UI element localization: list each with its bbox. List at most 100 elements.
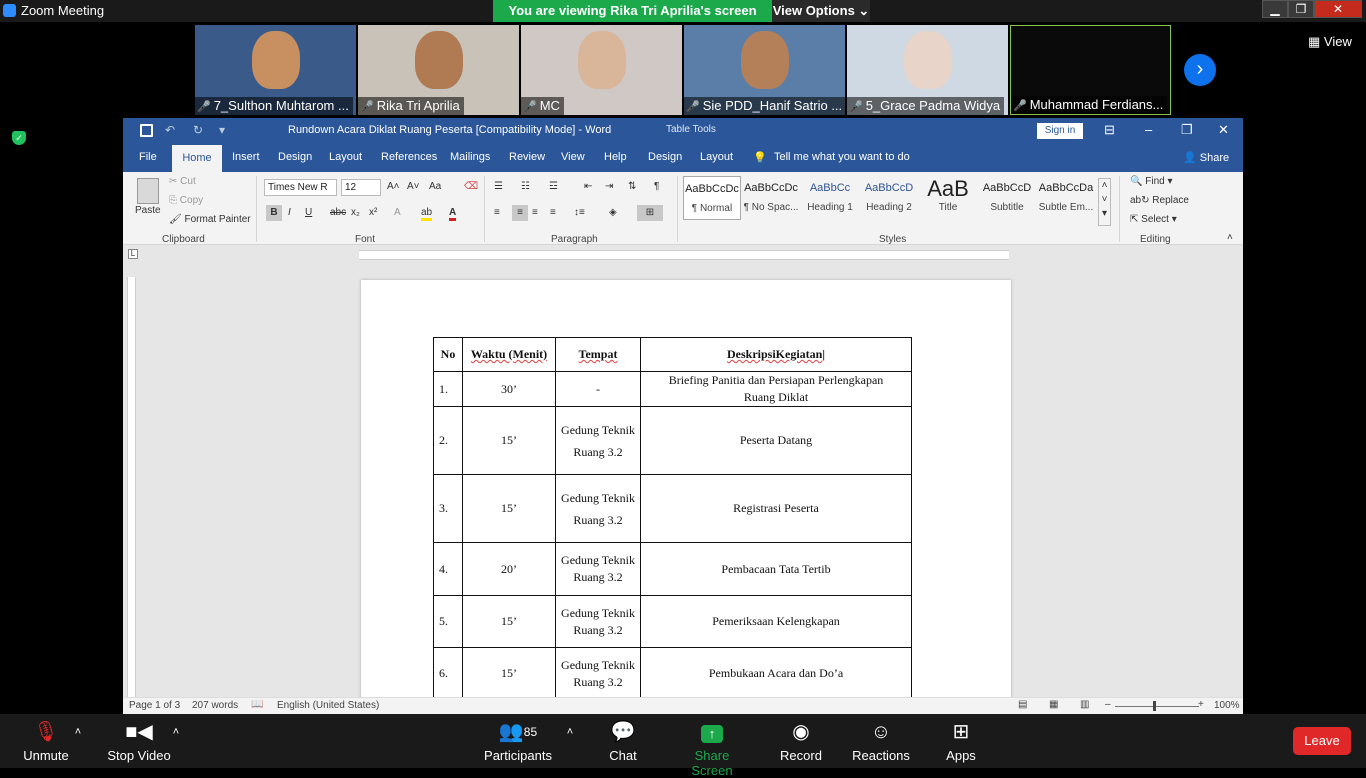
participant-video[interactable]: 🎤 Rika Tri Aprilia — [358, 25, 519, 115]
record-button[interactable]: ◉ Record — [778, 714, 824, 768]
strikethrough-icon[interactable]: abc — [330, 207, 346, 218]
font-name-select[interactable]: Times New R — [264, 179, 337, 196]
tab-references[interactable]: References — [381, 151, 437, 163]
borders-icon[interactable]: ⊞ — [637, 205, 663, 221]
redo-icon[interactable]: ↻ — [193, 123, 203, 137]
copy-button[interactable]: ⎘ Copy — [169, 195, 203, 206]
underline-icon[interactable]: U — [305, 207, 312, 218]
select-button[interactable]: ⇱ Select ▾ — [1130, 214, 1177, 225]
header-waktu[interactable]: Waktu (Menit) — [462, 337, 556, 372]
tab-layout[interactable]: Layout — [329, 151, 362, 163]
style-item[interactable]: AaBbCcDa Subtle Em... — [1037, 176, 1095, 220]
close-button[interactable]: ✕ — [1314, 0, 1362, 18]
justify-icon[interactable]: ≡ — [550, 207, 556, 218]
shading-icon[interactable]: ◈ — [609, 207, 617, 218]
minimize-button[interactable]: ▁ — [1262, 0, 1288, 18]
cell-waktu[interactable]: 30’ — [462, 371, 556, 407]
cell-no[interactable]: 1. — [433, 371, 463, 407]
highlight-icon[interactable]: ab — [421, 207, 433, 221]
encryption-shield-icon[interactable]: ✓ — [12, 131, 26, 145]
cell-deskripsi[interactable]: Registrasi Peserta — [640, 474, 912, 543]
tab-design[interactable]: Design — [278, 151, 312, 163]
cut-button[interactable]: ✂ Cut — [169, 176, 196, 187]
subscript-icon[interactable]: x₂ — [351, 207, 360, 218]
style-item[interactable]: AaBbCcDc ¶ Normal — [683, 176, 741, 220]
cell-deskripsi[interactable]: Pemeriksaan Kelengkapan — [640, 595, 912, 648]
paste-icon[interactable] — [137, 178, 159, 204]
cell-no[interactable]: 5. — [433, 595, 463, 648]
cell-deskripsi[interactable]: Peserta Datang — [640, 406, 912, 475]
participant-video[interactable]: 🎤 5_Grace Padma Widya — [847, 25, 1008, 115]
tab-insert[interactable]: Insert — [232, 151, 260, 163]
language-indicator[interactable]: English (United States) — [277, 700, 379, 711]
style-item[interactable]: AaBbCcD Heading 2 — [860, 176, 918, 220]
audio-options-chevron-icon[interactable]: ˄ — [72, 714, 84, 768]
header-tempat[interactable]: Tempat — [555, 337, 641, 372]
zoom-in-icon[interactable]: + — [1198, 699, 1204, 710]
unmute-button[interactable]: 🎙 Unmute — [18, 714, 74, 768]
cell-waktu[interactable]: 15’ — [462, 406, 556, 475]
text-effects-icon[interactable]: A — [394, 207, 401, 218]
sort-icon[interactable]: ⇅ — [628, 181, 636, 192]
maximize-button[interactable]: ❐ — [1288, 0, 1314, 18]
tab-view[interactable]: View — [561, 151, 585, 163]
word-minimize-button[interactable]: – — [1145, 122, 1152, 137]
font-color-icon[interactable]: A — [449, 207, 457, 221]
tab-help[interactable]: Help — [604, 151, 627, 163]
participant-video[interactable]: 🎤 Muhammad Ferdians... — [1010, 25, 1171, 115]
sign-in-button[interactable]: Sign in — [1037, 123, 1083, 139]
print-layout-icon[interactable]: ▦ — [1049, 699, 1058, 710]
zoom-slider-thumb[interactable] — [1153, 701, 1156, 711]
superscript-icon[interactable]: x² — [369, 207, 377, 218]
style-item[interactable]: AaBbCc Heading 1 — [801, 176, 859, 220]
stop-video-button[interactable]: ■◀ Stop Video — [106, 714, 172, 768]
font-size-select[interactable]: 12 — [341, 179, 381, 196]
participant-video[interactable]: 🎤 MC — [521, 25, 682, 115]
zoom-slider[interactable] — [1115, 706, 1199, 707]
find-button[interactable]: 🔍 Find ▾ — [1130, 176, 1173, 187]
save-icon[interactable] — [140, 124, 153, 137]
paste-button[interactable]: Paste — [135, 205, 161, 216]
clear-formatting-icon[interactable]: ⌫ — [464, 181, 478, 192]
cell-no[interactable]: 2. — [433, 406, 463, 475]
styles-scroll-icon[interactable]: ˄ ˅ ▾ — [1098, 178, 1111, 226]
undo-icon[interactable]: ↶ — [165, 123, 175, 137]
cell-waktu[interactable]: 20’ — [462, 542, 556, 596]
cell-deskripsi[interactable]: Briefing Panitia dan Persiapan Perlengka… — [640, 371, 912, 407]
cell-tempat[interactable]: Gedung Teknik Ruang 3.2 — [555, 474, 641, 543]
view-options-button[interactable]: View Options ⌄ — [772, 0, 870, 22]
share-screen-button[interactable]: ↑ Share Screen — [673, 714, 751, 778]
format-painter-button[interactable]: 🖌 Format Painter — [169, 214, 251, 225]
document-canvas[interactable]: No Waktu (Menit) Tempat DeskripsiKegiata… — [123, 265, 1243, 710]
tab-review[interactable]: Review — [509, 151, 545, 163]
bold-icon[interactable]: B — [266, 205, 282, 221]
page-count[interactable]: Page 1 of 3 — [129, 700, 180, 711]
zoom-out-icon[interactable]: – — [1105, 699, 1111, 710]
tab-table-layout[interactable]: Layout — [700, 151, 733, 163]
tab-file[interactable]: File — [139, 151, 157, 163]
ribbon-display-icon[interactable]: ⊟ — [1104, 122, 1115, 138]
header-no[interactable]: No — [433, 337, 463, 372]
style-item[interactable]: AaBbCcDc ¶ No Spac... — [742, 176, 800, 220]
customize-toolbar-icon[interactable]: ▾ — [219, 123, 225, 137]
increase-indent-icon[interactable]: ⇥ — [605, 181, 613, 192]
leave-button[interactable]: Leave — [1293, 727, 1351, 755]
word-restore-button[interactable]: ❐ — [1181, 122, 1193, 138]
cell-tempat[interactable]: Gedung Teknik Ruang 3.2 — [555, 647, 641, 700]
chat-button[interactable]: 💬 Chat — [603, 714, 643, 768]
horizontal-ruler[interactable] — [359, 250, 1009, 260]
tab-selector-icon[interactable]: L — [128, 249, 138, 259]
video-options-chevron-icon[interactable]: ˄ — [170, 714, 182, 768]
cell-tempat[interactable]: Gedung Teknik Ruang 3.2 — [555, 542, 641, 596]
header-deskripsi[interactable]: DeskripsiKegiatan| — [640, 337, 912, 372]
participant-video[interactable]: 🎤 7_Sulthon Muhtarom ... — [195, 25, 356, 115]
multilevel-list-icon[interactable]: ☲ — [549, 181, 558, 192]
reactions-button[interactable]: ☺ Reactions — [851, 714, 911, 768]
apps-button[interactable]: ⊞ Apps — [943, 714, 979, 768]
tab-home[interactable]: Home — [172, 145, 222, 172]
cell-tempat[interactable]: Gedung Teknik Ruang 3.2 — [555, 595, 641, 648]
proofing-icon[interactable]: 📖 — [251, 699, 263, 710]
cell-waktu[interactable]: 15’ — [462, 595, 556, 648]
participant-video[interactable]: 🎤 Sie PDD_Hanif Satrio ... — [684, 25, 845, 115]
next-page-arrow-icon[interactable]: › — [1184, 54, 1216, 86]
